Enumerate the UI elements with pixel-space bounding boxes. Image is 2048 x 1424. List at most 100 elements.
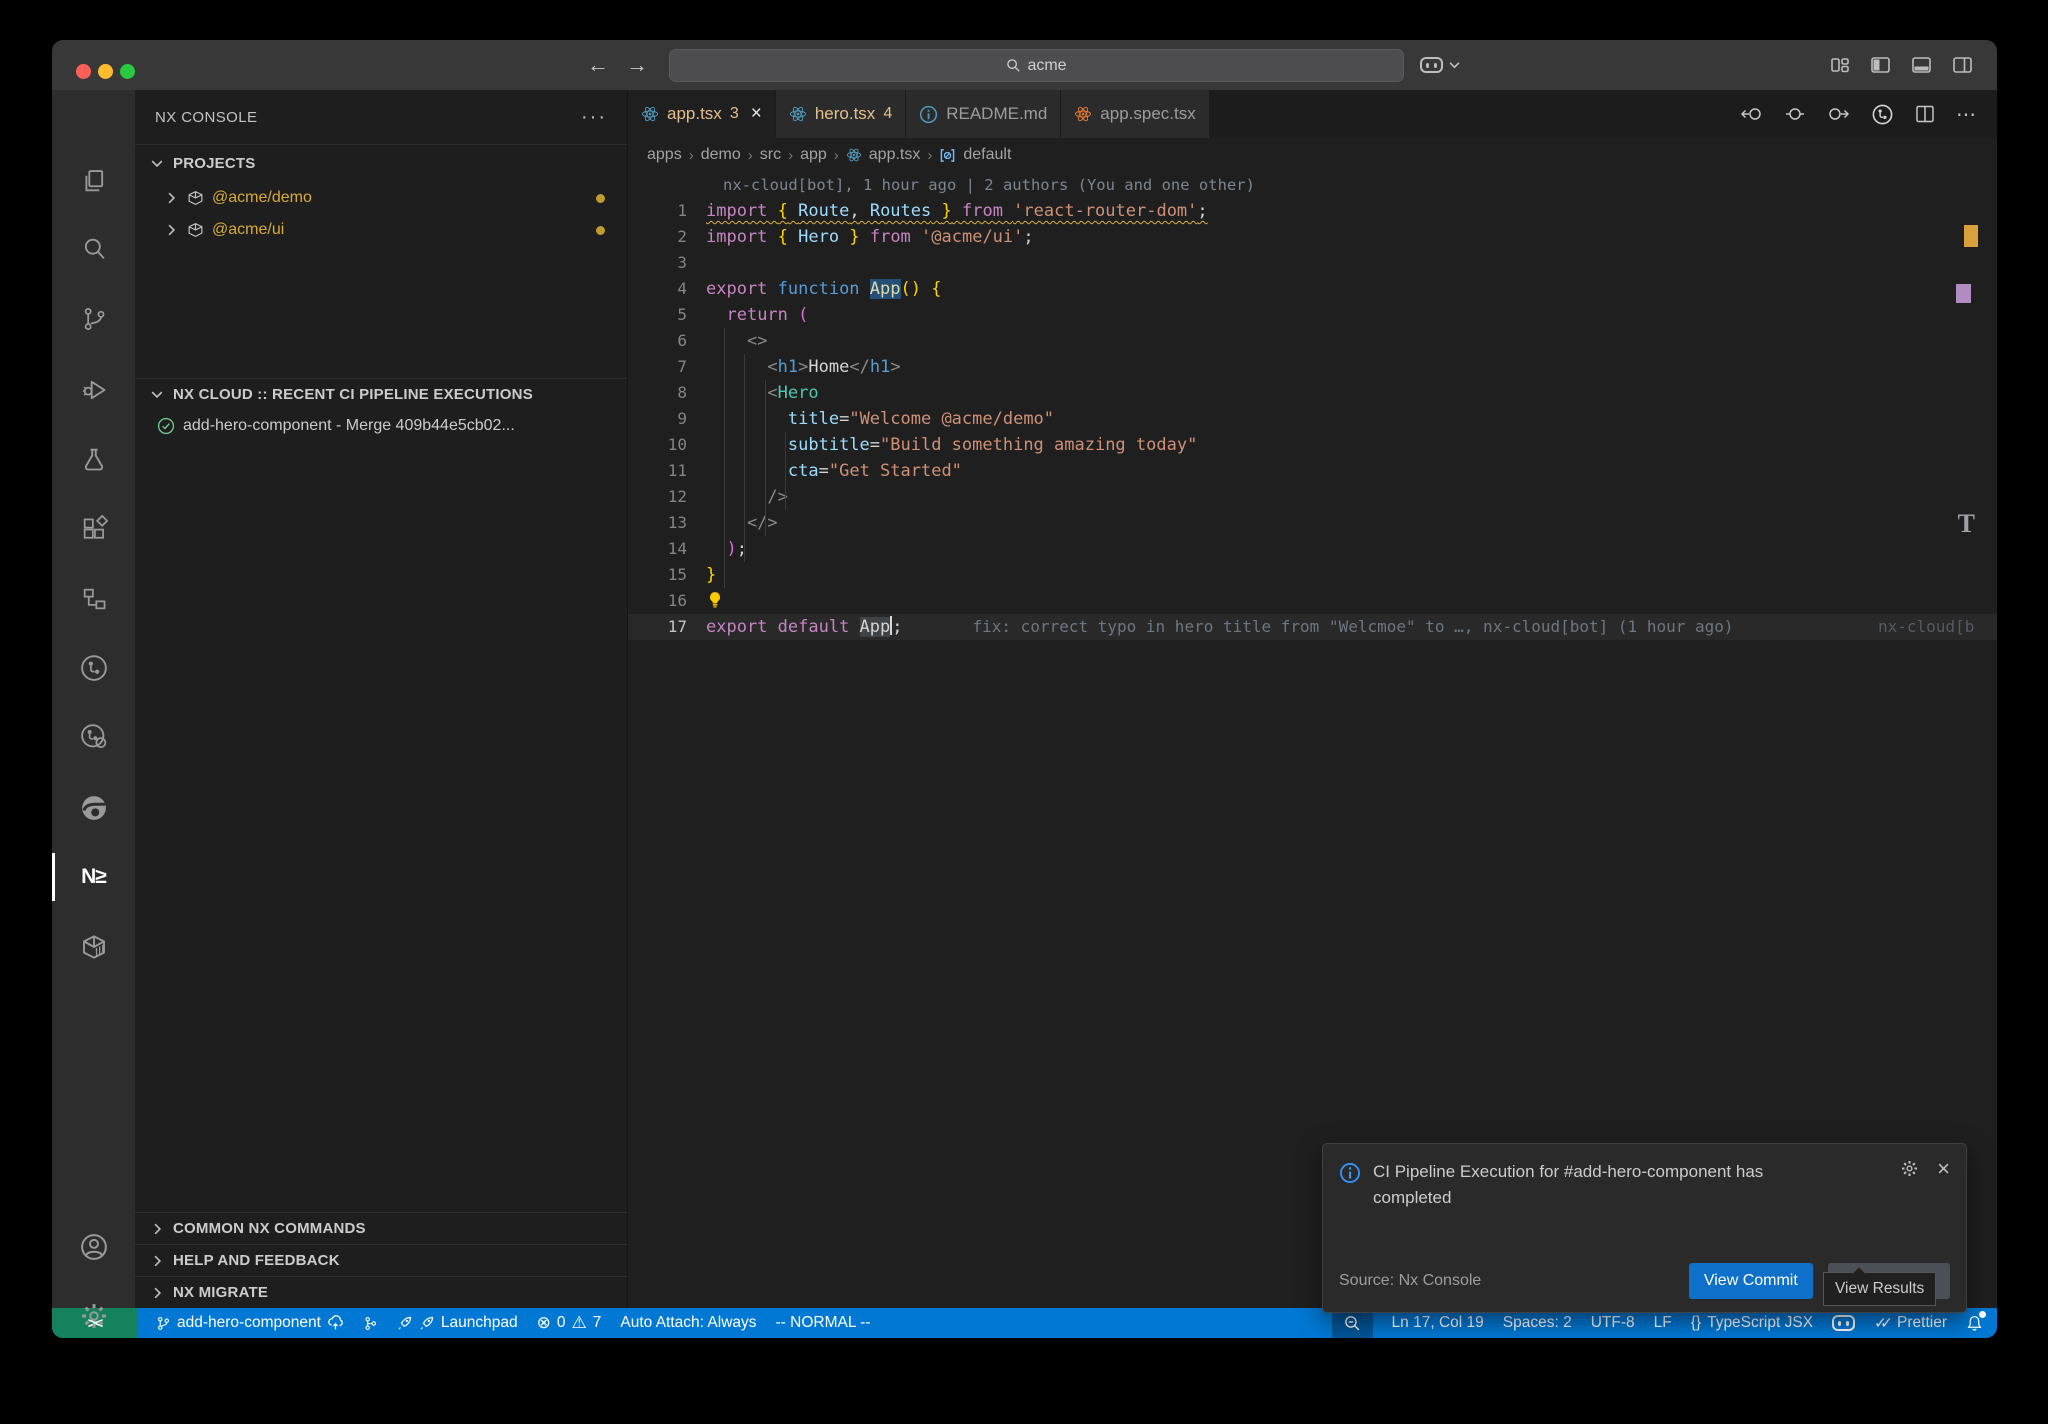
chevron-right-icon <box>163 192 179 204</box>
toggle-sidebar-icon[interactable] <box>1870 55 1891 75</box>
tab-label: app.tsx <box>667 104 722 124</box>
type-hierarchy-icon[interactable] <box>52 579 135 619</box>
project-label: @acme/ui <box>212 221 284 239</box>
code-line-8[interactable]: 8 <Hero <box>628 380 1997 406</box>
lightbulb-icon[interactable] <box>706 591 724 609</box>
project-item-acme-ui[interactable]: @acme/ui <box>135 214 627 246</box>
more-editor-actions-icon[interactable]: ⋯ <box>1956 102 1977 127</box>
launchpad-item[interactable]: Launchpad <box>397 1308 518 1338</box>
problems-item[interactable]: ⊗ 0 ⚠ 7 <box>537 1308 602 1338</box>
more-actions-icon[interactable]: ··· <box>581 106 607 129</box>
explorer-icon[interactable] <box>52 161 135 201</box>
maximize-window-button[interactable] <box>120 64 135 79</box>
project-item-acme-demo[interactable]: @acme/demo <box>135 182 627 214</box>
notification-settings-gear-icon[interactable] <box>1900 1159 1919 1178</box>
breadcrumb-item[interactable]: demo <box>701 146 741 164</box>
search-sidebar-icon[interactable] <box>52 229 135 269</box>
edge-browser-icon[interactable] <box>52 788 135 828</box>
commit-icon[interactable] <box>1785 104 1805 124</box>
code-line-4[interactable]: 4export function App() { <box>628 276 1997 302</box>
package-icon[interactable] <box>52 927 135 967</box>
auto-attach-item[interactable]: Auto Attach: Always <box>620 1308 756 1338</box>
nx-cloud-section-header[interactable]: NX CLOUD :: RECENT CI PIPELINE EXECUTION… <box>135 378 627 410</box>
nav-forward-icon[interactable]: → <box>626 40 648 90</box>
source-control-graph-item[interactable] <box>363 1308 378 1338</box>
code-line-15[interactable]: 15} <box>628 562 1997 588</box>
line-number: 6 <box>628 328 706 354</box>
line-number: 5 <box>628 302 706 328</box>
react-icon <box>1074 105 1092 123</box>
breadcrumb-item[interactable]: app.tsx <box>869 146 921 164</box>
line-number: 11 <box>628 458 706 484</box>
nav-back-icon[interactable]: ← <box>587 40 609 90</box>
code-line-14[interactable]: 14 ); <box>628 536 1997 562</box>
code-line-16[interactable]: 16 <box>628 588 1997 614</box>
source-control-icon[interactable] <box>52 299 135 339</box>
nx-project-graph-icon[interactable] <box>52 648 135 688</box>
breadcrumb-item[interactable]: apps <box>647 146 682 164</box>
section-common-nx-commands[interactable]: COMMON NX COMMANDS <box>135 1212 627 1244</box>
code-line-9[interactable]: 9 title="Welcome @acme/demo" <box>628 406 1997 432</box>
vim-mode-item[interactable]: -- NORMAL -- <box>776 1308 871 1338</box>
indentation-label: Spaces: 2 <box>1503 1314 1572 1332</box>
tab-app-spec-tsx[interactable]: app.spec.tsx <box>1061 90 1209 138</box>
breadcrumb-item[interactable]: default <box>963 146 1011 164</box>
code-line-17[interactable]: 17export default App;fix: correct typo i… <box>628 614 1997 640</box>
command-center-search[interactable]: acme <box>669 49 1404 82</box>
code-line-13[interactable]: 13 </> <box>628 510 1997 536</box>
info-icon <box>919 105 938 124</box>
code-line-2[interactable]: 2import { Hero } from '@acme/ui'; <box>628 224 1997 250</box>
view-commit-button[interactable]: View Commit <box>1689 1263 1813 1299</box>
toast-source: Source: Nx Console <box>1339 1272 1481 1290</box>
line-number: 8 <box>628 380 706 406</box>
vscode-window: ← → acme <box>52 40 1997 1338</box>
rocket-icon <box>419 1315 435 1331</box>
toggle-secondary-sidebar-icon[interactable] <box>1952 55 1973 75</box>
pipeline-execution-item[interactable]: add-hero-component - Merge 409b44e5cb02.… <box>135 410 627 442</box>
tab-readme-md[interactable]: README.md <box>906 90 1061 138</box>
testing-icon[interactable] <box>52 439 135 479</box>
close-tab-icon[interactable]: × <box>751 103 762 125</box>
tab-hero-tsx[interactable]: hero.tsx 4 <box>776 90 906 138</box>
code-line-5[interactable]: 5 return ( <box>628 302 1997 328</box>
section-nx-migrate[interactable]: NX MIGRATE <box>135 1276 627 1308</box>
nx-cloud-graph-icon[interactable] <box>52 717 135 757</box>
customize-layout-icon[interactable] <box>1830 55 1850 75</box>
copilot-menu[interactable] <box>1420 40 1460 90</box>
extensions-icon[interactable] <box>52 509 135 549</box>
minimize-window-button[interactable] <box>98 64 113 79</box>
breadcrumb-item[interactable]: app <box>800 146 827 164</box>
code-line-11[interactable]: 11 cta="Get Started" <box>628 458 1997 484</box>
line-number: 10 <box>628 432 706 458</box>
run-debug-icon[interactable] <box>52 370 135 410</box>
code-line-1[interactable]: 1import { Route, Routes } from 'react-ro… <box>628 198 1997 224</box>
line-number: 7 <box>628 354 706 380</box>
chevron-down-icon <box>149 390 165 399</box>
breadcrumb-item[interactable]: src <box>760 146 781 164</box>
tab-app-tsx[interactable]: app.tsx 3 × <box>628 90 776 138</box>
settings-gear-icon[interactable] <box>52 1296 135 1336</box>
split-editor-icon[interactable] <box>1915 104 1935 124</box>
double-check-icon: ✓✓ <box>1874 1314 1886 1333</box>
code-line-12[interactable]: 12 /> <box>628 484 1997 510</box>
nx-console-icon[interactable]: N≥ <box>52 857 135 897</box>
account-icon[interactable] <box>52 1227 135 1267</box>
code-editor[interactable]: nx-cloud[bot], 1 hour ago | 2 authors (Y… <box>628 172 1997 1308</box>
section-help-and-feedback[interactable]: HELP AND FEEDBACK <box>135 1244 627 1276</box>
nx-graph-run-icon[interactable] <box>1871 103 1894 126</box>
toggle-panel-icon[interactable] <box>1911 55 1932 75</box>
sidebar-nx-console: NX CONSOLE ··· PROJECTS @acme/demo @acme… <box>135 90 628 1308</box>
project-status-dot <box>596 194 605 203</box>
code-line-3[interactable]: 3 <box>628 250 1997 276</box>
code-line-7[interactable]: 7 <h1>Home</h1> <box>628 354 1997 380</box>
git-branch-item[interactable]: add-hero-component <box>156 1308 344 1338</box>
outgoing-changes-icon[interactable] <box>1826 104 1850 124</box>
line-number: 12 <box>628 484 706 510</box>
code-line-10[interactable]: 10 subtitle="Build something amazing tod… <box>628 432 1997 458</box>
code-line-6[interactable]: 6 <> <box>628 328 1997 354</box>
incoming-changes-icon[interactable] <box>1740 104 1764 124</box>
notifications-item[interactable] <box>1966 1308 1983 1338</box>
close-notification-icon[interactable]: × <box>1937 1159 1950 1212</box>
projects-section-header[interactable]: PROJECTS <box>135 144 627 182</box>
close-window-button[interactable] <box>76 64 91 79</box>
